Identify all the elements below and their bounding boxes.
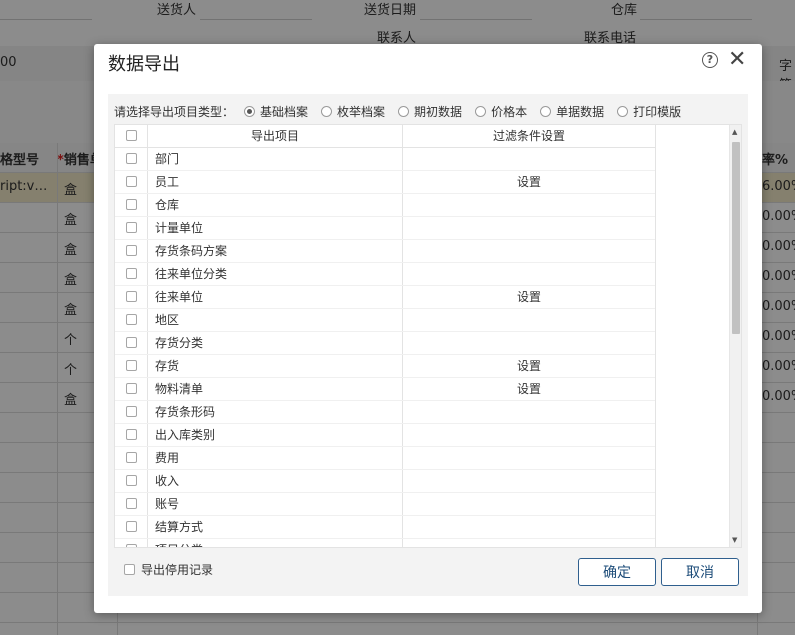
- table-row[interactable]: 仓库: [115, 194, 655, 217]
- data-export-dialog: 数据导出 ? ✕ 请选择导出项目类型： 基础档案 枚举档案 期初数据 价格本 单…: [94, 44, 762, 613]
- radio-icon[interactable]: [244, 105, 256, 117]
- row-checkbox[interactable]: [126, 498, 137, 509]
- table-row[interactable]: 往来单位分类: [115, 263, 655, 286]
- type-option-document-data[interactable]: 单据数据: [540, 103, 604, 120]
- radio-icon[interactable]: [617, 105, 629, 117]
- dialog-title: 数据导出: [108, 54, 180, 75]
- radio-icon[interactable]: [540, 105, 552, 117]
- row-checkbox[interactable]: [126, 245, 137, 256]
- grid-rows: 部门 员工 设置 仓库 计量单位 存货条码方案 往来单位分类 往来单位 设置 地区 …: [115, 148, 655, 547]
- table-row[interactable]: 结算方式: [115, 516, 655, 539]
- table-row[interactable]: 费用: [115, 447, 655, 470]
- row-checkbox[interactable]: [126, 383, 137, 394]
- row-checkbox[interactable]: [126, 153, 137, 164]
- table-row[interactable]: 地区: [115, 309, 655, 332]
- row-checkbox[interactable]: [126, 291, 137, 302]
- row-checkbox[interactable]: [126, 199, 137, 210]
- table-row[interactable]: 员工 设置: [115, 171, 655, 194]
- export-type-selector: 请选择导出项目类型： 基础档案 枚举档案 期初数据 价格本 单据数据 打印模版: [114, 102, 694, 120]
- radio-icon[interactable]: [321, 105, 333, 117]
- row-checkbox[interactable]: [126, 176, 137, 187]
- row-checkbox[interactable]: [126, 544, 137, 547]
- table-row[interactable]: 物料清单 设置: [115, 378, 655, 401]
- col-filter-setting: 过滤条件设置: [492, 129, 565, 143]
- type-option-print-template[interactable]: 打印模版: [617, 103, 681, 120]
- export-disabled-label: 导出停用记录: [141, 563, 214, 577]
- type-option-opening-data[interactable]: 期初数据: [398, 103, 462, 120]
- row-checkbox[interactable]: [126, 268, 137, 279]
- filter-setting-link[interactable]: 设置: [403, 171, 655, 193]
- type-option-enum-archive[interactable]: 枚举档案: [321, 103, 385, 120]
- scroll-up-icon[interactable]: ▲: [732, 128, 737, 136]
- filter-setting-link[interactable]: 设置: [403, 355, 655, 377]
- row-checkbox[interactable]: [126, 452, 137, 463]
- grid-scrollbar[interactable]: ▲ ▼: [729, 125, 741, 547]
- help-icon[interactable]: ?: [702, 52, 718, 68]
- export-disabled-records-option[interactable]: 导出停用记录: [124, 561, 213, 578]
- filter-setting-link[interactable]: 设置: [403, 378, 655, 400]
- table-row[interactable]: 存货分类: [115, 332, 655, 355]
- radio-icon[interactable]: [398, 105, 410, 117]
- close-icon[interactable]: ✕: [728, 47, 746, 73]
- type-option-price-book[interactable]: 价格本: [475, 103, 527, 120]
- row-checkbox[interactable]: [126, 337, 137, 348]
- col-export-item: 导出项目: [250, 129, 299, 143]
- table-row[interactable]: 出入库类别: [115, 424, 655, 447]
- select-all-checkbox[interactable]: [126, 130, 137, 141]
- table-row[interactable]: 计量单位: [115, 217, 655, 240]
- row-checkbox[interactable]: [126, 406, 137, 417]
- type-option-basic-archive[interactable]: 基础档案: [244, 103, 308, 120]
- scroll-down-icon[interactable]: ▼: [732, 536, 737, 544]
- row-checkbox[interactable]: [126, 521, 137, 532]
- table-row[interactable]: 项目分类: [115, 539, 655, 547]
- scroll-thumb[interactable]: [732, 142, 740, 334]
- cancel-button[interactable]: 取消: [661, 558, 739, 586]
- table-row[interactable]: 存货条形码: [115, 401, 655, 424]
- export-disabled-checkbox[interactable]: [124, 564, 135, 575]
- table-row[interactable]: 收入: [115, 470, 655, 493]
- export-type-prompt: 请选择导出项目类型：: [114, 104, 235, 119]
- row-checkbox[interactable]: [126, 429, 137, 440]
- dialog-body: 请选择导出项目类型： 基础档案 枚举档案 期初数据 价格本 单据数据 打印模版 …: [108, 94, 748, 596]
- radio-icon[interactable]: [475, 105, 487, 117]
- table-row[interactable]: 往来单位 设置: [115, 286, 655, 309]
- filter-setting-link[interactable]: 设置: [403, 286, 655, 308]
- table-row[interactable]: 存货条码方案: [115, 240, 655, 263]
- table-row[interactable]: 部门: [115, 148, 655, 171]
- table-row[interactable]: 账号: [115, 493, 655, 516]
- row-checkbox[interactable]: [126, 222, 137, 233]
- row-checkbox[interactable]: [126, 314, 137, 325]
- grid-header: 导出项目 过滤条件设置: [115, 125, 655, 148]
- row-checkbox[interactable]: [126, 360, 137, 371]
- row-checkbox[interactable]: [126, 475, 137, 486]
- table-row[interactable]: 存货 设置: [115, 355, 655, 378]
- export-item-grid: 导出项目 过滤条件设置 部门 员工 设置 仓库 计量单位 存货条码方案 往来单位分…: [114, 124, 742, 548]
- confirm-button[interactable]: 确定: [578, 558, 656, 586]
